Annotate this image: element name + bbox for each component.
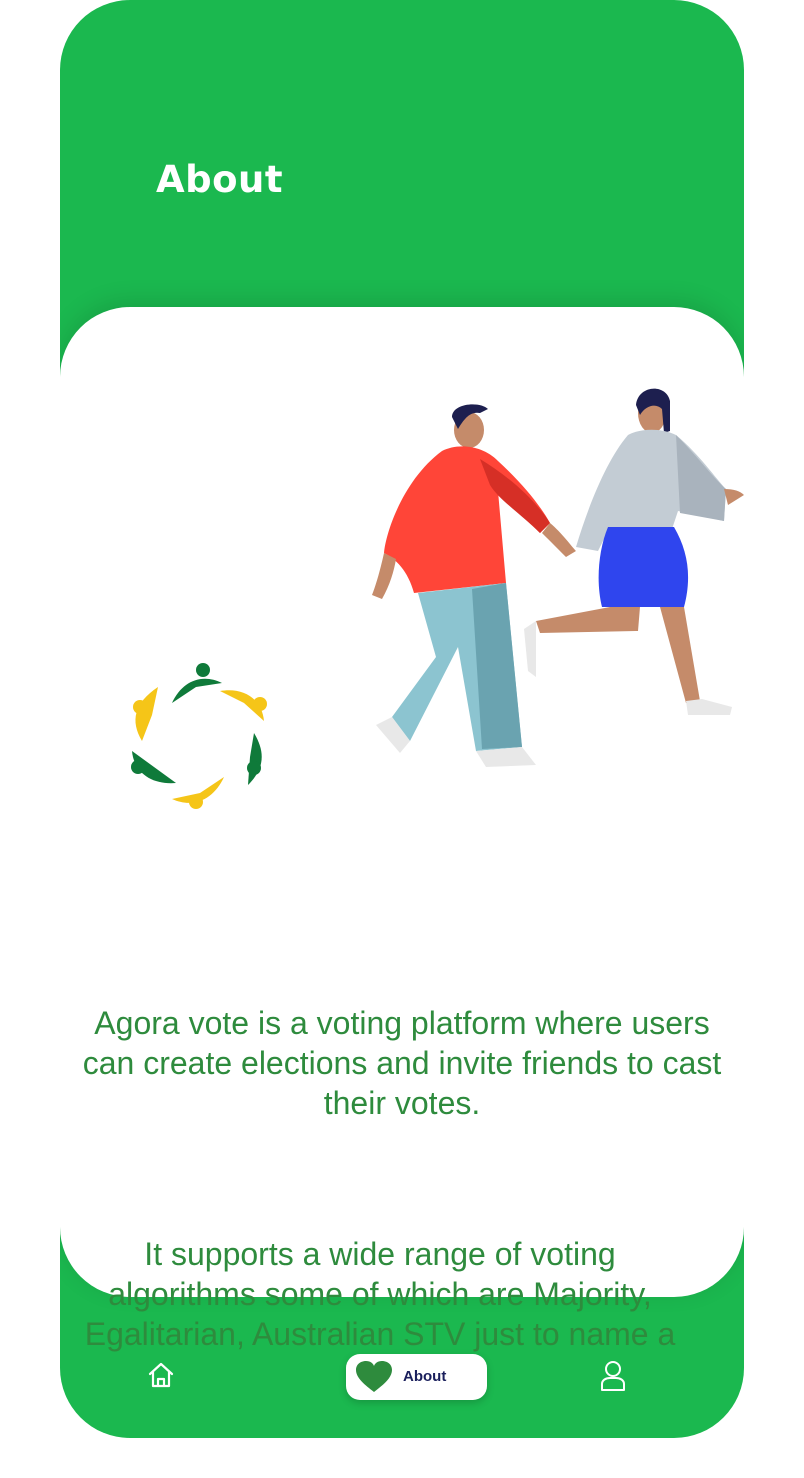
logo-figure-top	[172, 663, 222, 703]
user-icon[interactable]	[598, 1360, 628, 1392]
logo-figure-right	[247, 733, 262, 785]
about-paragraph-intro: Agora vote is a voting platform where us…	[82, 1005, 722, 1121]
page-title: About	[156, 158, 284, 201]
logo-figure-top-right	[220, 690, 267, 721]
logo-figure-left	[131, 751, 176, 784]
walking-people-illustration	[372, 388, 744, 767]
heart-icon	[356, 1361, 392, 1392]
content-card: Agora vote is a voting platform where us…	[60, 307, 744, 1392]
nav-tab-about-label: About	[403, 1368, 447, 1385]
logo-figure-top-left	[133, 687, 158, 741]
nav-tab-about[interactable]: About	[346, 1354, 487, 1400]
bottom-navigation: About	[60, 1330, 744, 1420]
phone-frame: About Agora vote is a voting platform wh…	[60, 0, 744, 1438]
home-icon[interactable]	[146, 1360, 176, 1390]
logo-figure-bottom	[172, 777, 224, 809]
agora-logo	[131, 663, 267, 809]
